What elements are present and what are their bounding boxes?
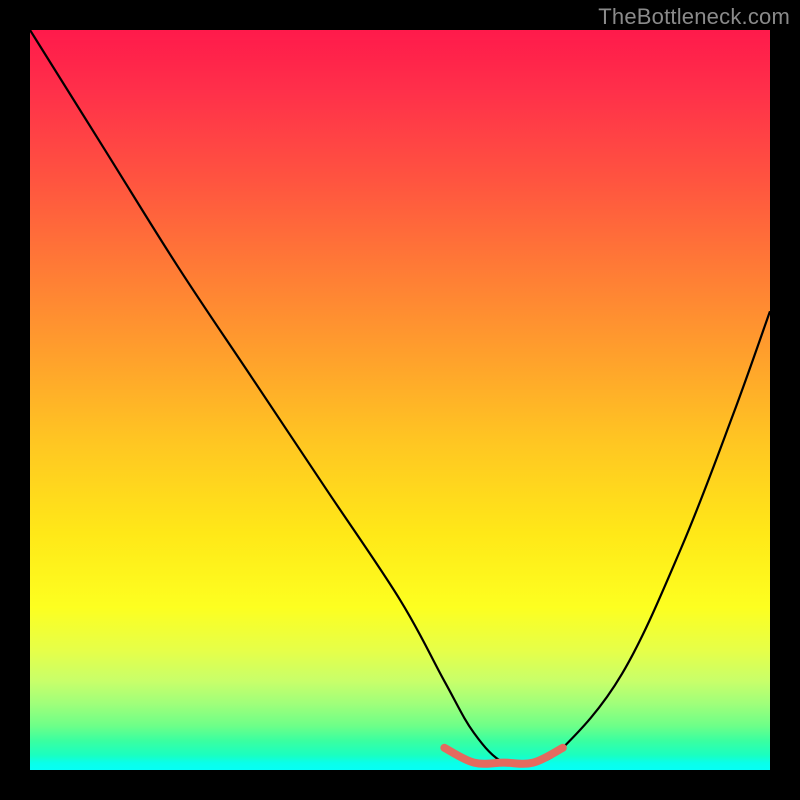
plot-area [30, 30, 770, 770]
watermark-text: TheBottleneck.com [598, 4, 790, 30]
optimal-range-marker [444, 748, 562, 764]
chart-svg [30, 30, 770, 770]
chart-frame: TheBottleneck.com [0, 0, 800, 800]
optimal-range-marker-path [444, 748, 562, 764]
bottleneck-curve-path [30, 30, 770, 766]
bottleneck-curve [30, 30, 770, 766]
